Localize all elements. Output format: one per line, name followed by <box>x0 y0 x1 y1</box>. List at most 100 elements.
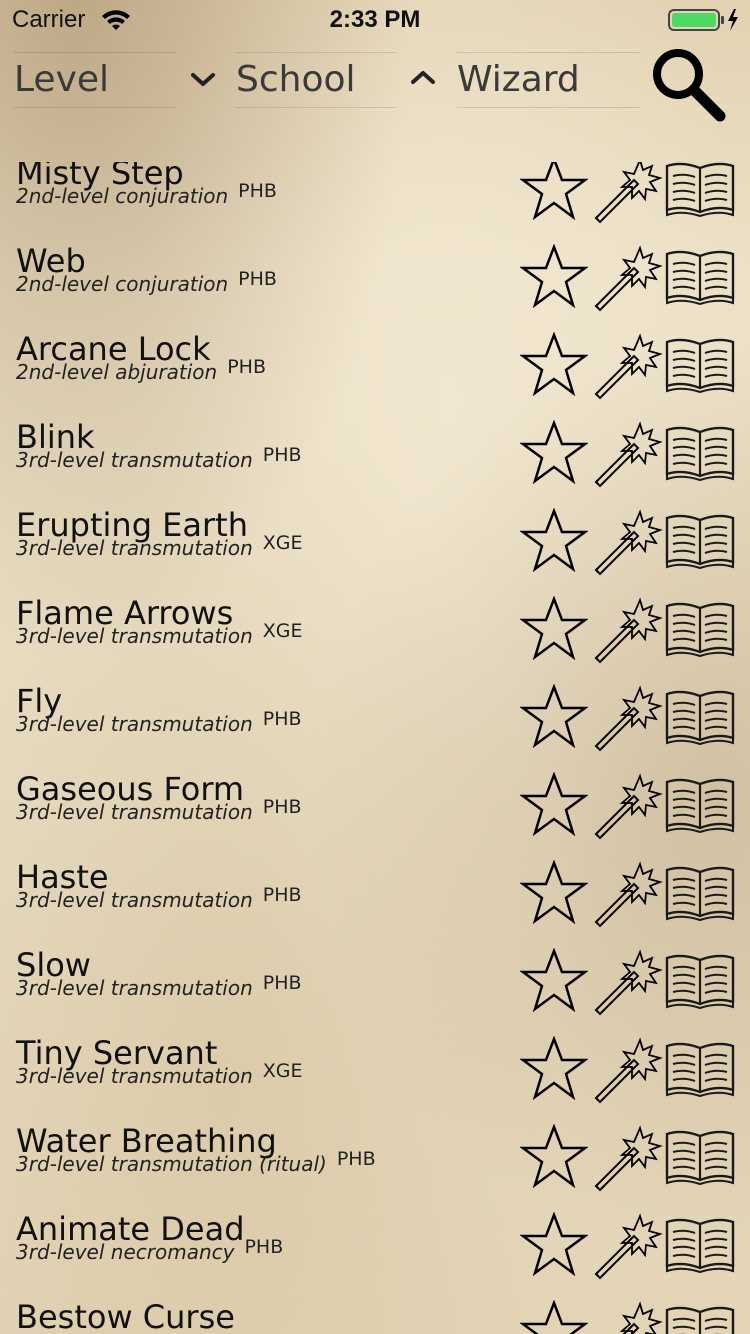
magic-wand-icon[interactable] <box>594 946 664 1020</box>
spell-row[interactable]: Blink 3rd-level transmutation PHB <box>0 418 750 506</box>
star-icon[interactable] <box>519 507 589 578</box>
spell-row[interactable]: Water Breathing 3rd-level transmutation (… <box>0 1122 750 1210</box>
spell-row[interactable]: Tiny Servant 3rd-level transmutation XGE <box>0 1034 750 1122</box>
star-icon[interactable] <box>519 771 589 842</box>
magic-wand-icon[interactable] <box>594 506 664 580</box>
spell-list[interactable]: Misty Step 2nd-level conjuration PHB Web 2nd… <box>0 162 750 1334</box>
star-icon[interactable] <box>519 331 589 402</box>
open-book-icon[interactable] <box>664 864 736 926</box>
spell-subtitle: 2nd-level conjuration PHB <box>16 180 277 208</box>
open-book-icon[interactable] <box>664 776 736 838</box>
spell-source: PHB <box>244 1236 284 1258</box>
spell-subtitle: 3rd-level transmutation XGE <box>16 620 303 648</box>
spell-name: Bestow Curse <box>16 1298 235 1334</box>
spell-row[interactable]: Bestow Curse <box>0 1298 750 1334</box>
spell-subtitle: 2nd-level conjuration PHB <box>16 268 277 296</box>
spell-row[interactable]: Fly 3rd-level transmutation PHB <box>0 682 750 770</box>
star-icon[interactable] <box>519 683 589 754</box>
spell-row[interactable]: Erupting Earth 3rd-level transmutation XGE <box>0 506 750 594</box>
magic-wand-icon[interactable] <box>594 594 664 668</box>
spell-row[interactable]: Misty Step 2nd-level conjuration PHB <box>0 162 750 242</box>
magic-wand-icon[interactable] <box>594 770 664 844</box>
spell-source: PHB <box>238 268 277 290</box>
spell-source: PHB <box>262 444 302 466</box>
open-book-icon[interactable] <box>664 688 736 750</box>
spell-level-school: 2nd-level abjuration <box>16 360 218 384</box>
spell-subtitle: 3rd-level transmutation XGE <box>16 532 303 560</box>
magic-wand-icon[interactable] <box>594 1034 664 1108</box>
spell-source: PHB <box>262 796 302 818</box>
open-book-icon[interactable] <box>664 1040 736 1102</box>
magic-wand-icon[interactable] <box>594 242 664 316</box>
spell-row[interactable]: Gaseous Form 3rd-level transmutation PHB <box>0 770 750 858</box>
spell-level-school: 3rd-level transmutation (ritual) <box>16 1152 327 1176</box>
battery-icon <box>668 8 742 36</box>
spell-source: PHB <box>262 884 302 906</box>
spell-subtitle: 3rd-level transmutation PHB <box>16 972 302 1000</box>
magic-wand-icon[interactable] <box>594 682 664 756</box>
spell-row[interactable]: Animate Dead 3rd-level necromancy PHB <box>0 1210 750 1298</box>
star-icon[interactable] <box>519 859 589 930</box>
class-filter-field[interactable]: Wizard <box>457 52 640 108</box>
spell-level-school: 3rd-level transmutation <box>16 1064 253 1088</box>
spell-level-school: 3rd-level transmutation <box>16 624 253 648</box>
star-icon[interactable] <box>519 1123 589 1194</box>
school-sort-field[interactable]: School <box>236 52 396 108</box>
chevron-up-icon[interactable] <box>410 68 436 92</box>
spell-row[interactable]: Arcane Lock 2nd-level abjuration PHB <box>0 330 750 418</box>
spell-level-school: 2nd-level conjuration <box>16 184 229 208</box>
spell-level-school: 3rd-level transmutation <box>16 536 253 560</box>
spell-source: PHB <box>336 1148 376 1170</box>
star-icon[interactable] <box>519 1299 589 1334</box>
open-book-icon[interactable] <box>664 424 736 486</box>
magic-wand-icon[interactable] <box>594 162 664 228</box>
star-icon[interactable] <box>519 243 589 314</box>
magic-wand-icon[interactable] <box>594 1298 664 1334</box>
star-icon[interactable] <box>519 1035 589 1106</box>
open-book-icon[interactable] <box>664 162 736 222</box>
spell-source: XGE <box>262 1060 303 1082</box>
spell-subtitle: 3rd-level transmutation PHB <box>16 444 302 472</box>
level-sort-field[interactable]: Level <box>14 52 176 108</box>
status-bar: Carrier 2:33 PM <box>0 0 750 40</box>
spell-subtitle: 3rd-level transmutation PHB <box>16 708 302 736</box>
open-book-icon[interactable] <box>664 952 736 1014</box>
spell-row[interactable]: Slow 3rd-level transmutation PHB <box>0 946 750 1034</box>
spell-subtitle: 3rd-level transmutation XGE <box>16 1060 303 1088</box>
spell-subtitle: 3rd-level transmutation PHB <box>16 796 302 824</box>
magic-wand-icon[interactable] <box>594 1210 664 1284</box>
open-book-icon[interactable] <box>664 1128 736 1190</box>
open-book-icon[interactable] <box>664 336 736 398</box>
spell-subtitle <box>16 1328 26 1334</box>
star-icon[interactable] <box>519 1211 589 1282</box>
spell-row[interactable]: Web 2nd-level conjuration PHB <box>0 242 750 330</box>
star-icon[interactable] <box>519 419 589 490</box>
spell-row[interactable]: Haste 3rd-level transmutation PHB <box>0 858 750 946</box>
chevron-down-icon[interactable] <box>190 70 216 94</box>
star-icon[interactable] <box>519 162 589 226</box>
open-book-icon[interactable] <box>664 600 736 662</box>
magic-wand-icon[interactable] <box>594 418 664 492</box>
spell-level-school: 3rd-level transmutation <box>16 976 253 1000</box>
class-filter-label: Wizard <box>457 59 580 100</box>
magic-wand-icon[interactable] <box>594 858 664 932</box>
open-book-icon[interactable] <box>664 248 736 310</box>
open-book-icon[interactable] <box>664 1216 736 1278</box>
spell-source: XGE <box>262 532 303 554</box>
star-icon[interactable] <box>519 947 589 1018</box>
spell-level-school: 2nd-level conjuration <box>16 272 229 296</box>
spell-row[interactable]: Flame Arrows 3rd-level transmutation XGE <box>0 594 750 682</box>
search-icon[interactable] <box>648 46 728 130</box>
spell-subtitle: 3rd-level transmutation PHB <box>16 884 302 912</box>
spell-source: PHB <box>227 356 266 378</box>
charging-icon <box>728 9 738 31</box>
magic-wand-icon[interactable] <box>594 330 664 404</box>
open-book-icon[interactable] <box>664 512 736 574</box>
open-book-icon[interactable] <box>664 1304 736 1334</box>
spell-source: PHB <box>262 972 302 994</box>
spell-level-school: 3rd-level transmutation <box>16 448 253 472</box>
star-icon[interactable] <box>519 595 589 666</box>
magic-wand-icon[interactable] <box>594 1122 664 1196</box>
spell-subtitle: 3rd-level transmutation (ritual) PHB <box>16 1148 376 1176</box>
spell-level-school: 3rd-level transmutation <box>16 712 253 736</box>
